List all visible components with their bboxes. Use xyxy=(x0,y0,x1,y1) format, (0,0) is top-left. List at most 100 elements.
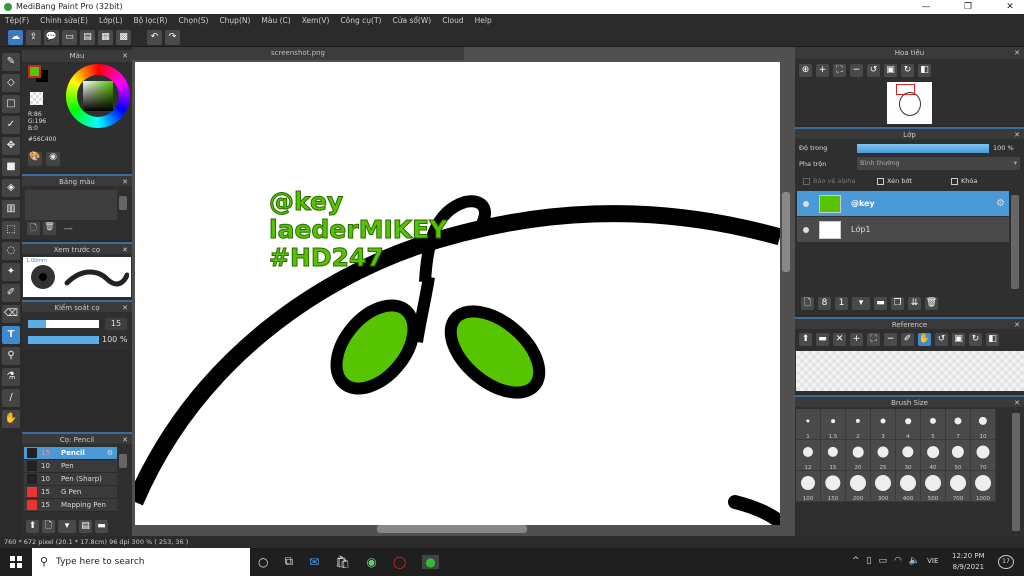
layer-row[interactable]: Lớp1 xyxy=(797,217,1009,242)
brush-list-scrollbar[interactable] xyxy=(119,454,127,468)
brush-size-cell[interactable]: 400 xyxy=(896,471,921,502)
palette-icon[interactable]: 🎨 xyxy=(28,152,42,166)
zoom-out-icon[interactable]: − xyxy=(884,333,897,346)
menu-item[interactable]: Công cụ(T) xyxy=(340,14,381,28)
task-view-icon[interactable]: ⧉ xyxy=(284,554,293,569)
minimize-button[interactable]: — xyxy=(912,0,940,14)
select-rect-icon[interactable]: ⬚ xyxy=(2,221,20,239)
rotate-left-icon[interactable]: ↺ xyxy=(935,333,948,346)
fill-rect-icon[interactable]: ■ xyxy=(2,158,20,176)
brush-size-cell[interactable]: 3 xyxy=(871,409,896,440)
viewport-rect[interactable] xyxy=(896,84,915,95)
lock-checkbox[interactable]: Khóa xyxy=(951,177,977,185)
fit-icon[interactable]: ⛶ xyxy=(833,64,846,77)
display-icon[interactable]: ▭ xyxy=(62,30,77,45)
brush-size-cell[interactable]: 1.5 xyxy=(821,409,846,440)
fit-icon[interactable]: ⛶ xyxy=(867,333,880,346)
visibility-icon[interactable] xyxy=(803,200,809,207)
vertical-scrollbar[interactable] xyxy=(782,192,790,272)
maximize-button[interactable]: ❐ xyxy=(954,0,982,14)
brush-list-item[interactable]: 15 Pencil ⚙ xyxy=(24,447,117,460)
bucket-tool-icon[interactable]: ◈ xyxy=(2,179,20,197)
comment-icon[interactable]: 💬 xyxy=(44,30,59,45)
gear-icon[interactable]: ⚙ xyxy=(107,449,113,457)
eyedropper-icon[interactable]: ✐ xyxy=(901,333,914,346)
pen-tool-icon[interactable]: / xyxy=(2,389,20,407)
text-tool-icon[interactable]: T xyxy=(2,326,20,344)
brush-size-scrollbar[interactable] xyxy=(1012,413,1020,531)
reference-area[interactable] xyxy=(796,351,1024,391)
alpha-protect-checkbox[interactable]: Bảo vệ alpha xyxy=(803,177,855,185)
brush-size-cell[interactable]: 1000 xyxy=(971,471,996,502)
visibility-icon[interactable] xyxy=(803,226,809,233)
menu-item[interactable]: Cloud xyxy=(442,14,463,28)
undo-button[interactable]: ↶ xyxy=(147,30,162,45)
brush-size-cell[interactable]: 700 xyxy=(946,471,971,502)
hand-icon[interactable]: ✋ xyxy=(918,333,931,346)
close-icon[interactable]: ✕ xyxy=(1014,129,1020,141)
brush-tool-icon[interactable]: ✎ xyxy=(2,53,20,71)
menu-item[interactable]: Bộ lọc(R) xyxy=(134,14,168,28)
new-layer-icon[interactable]: 🗋 xyxy=(801,297,814,310)
menu-item[interactable]: Cửa sổ(W) xyxy=(392,14,431,28)
brush-size-cell[interactable]: 2 xyxy=(846,409,871,440)
eyedropper-icon[interactable]: ⚗ xyxy=(2,368,20,386)
rotate-left-icon[interactable]: ↺ xyxy=(867,64,880,77)
brush-size-cell[interactable]: 12 xyxy=(796,440,821,471)
blend-mode-select[interactable]: Bình thường ▾ xyxy=(857,157,1020,170)
new-8bit-layer-icon[interactable]: 8 xyxy=(818,297,831,310)
select-eraser-icon[interactable]: ⌫ xyxy=(2,305,20,323)
close-icon[interactable]: ✕ xyxy=(122,302,128,314)
start-icon[interactable] xyxy=(10,556,22,568)
select-pen-icon[interactable]: ✓ xyxy=(2,116,20,134)
battery-icon[interactable]: ▭ xyxy=(879,556,888,566)
brush-size-cell[interactable]: 30 xyxy=(896,440,921,471)
brush-size-cell[interactable]: 15 xyxy=(821,440,846,471)
gear-icon[interactable]: ⚙ xyxy=(996,198,1005,209)
duplicate-layer-icon[interactable]: ❐ xyxy=(891,297,904,310)
layout-icon[interactable]: ▦ xyxy=(98,30,113,45)
menu-item[interactable]: Tệp(F) xyxy=(5,14,29,28)
menu-item[interactable]: Chỉnh sửa(E) xyxy=(40,14,88,28)
brush-size-cell[interactable]: 1 xyxy=(796,409,821,440)
app-green-icon[interactable]: ◉ xyxy=(366,555,376,569)
brush-size-cell[interactable]: 4 xyxy=(896,409,921,440)
language-indicator[interactable]: VIE xyxy=(927,557,938,565)
flip-icon[interactable]: ◧ xyxy=(986,333,999,346)
flip-icon[interactable]: ◧ xyxy=(918,64,931,77)
brush-list-item[interactable]: 10 Pen xyxy=(24,460,117,473)
chevron-up-icon[interactable]: ^ xyxy=(852,556,860,566)
horizontal-scrollbar[interactable] xyxy=(377,525,527,533)
merge-layer-icon[interactable]: ⇊ xyxy=(908,297,921,310)
zoom-in-icon[interactable]: + xyxy=(816,64,829,77)
brush-size-cell[interactable]: 40 xyxy=(921,440,946,471)
rotate-reset-icon[interactable]: ▣ xyxy=(952,333,965,346)
palette-scrollbar[interactable] xyxy=(119,196,127,210)
layer-scrollbar[interactable] xyxy=(1011,195,1019,289)
brush-size-cell[interactable]: 300 xyxy=(871,471,896,502)
brush-settings-icon[interactable]: ▤ xyxy=(79,520,92,533)
new-1bit-layer-icon[interactable]: 1 xyxy=(835,297,848,310)
new-palette-icon[interactable]: 🗋 xyxy=(27,222,40,235)
rotate-reset-icon[interactable]: ▣ xyxy=(884,64,897,77)
rotate-right-icon[interactable]: ↻ xyxy=(969,333,982,346)
mail-icon[interactable]: ✉ xyxy=(309,555,319,569)
notification-icon[interactable]: 17 xyxy=(998,555,1014,569)
device-icon[interactable]: ▯ xyxy=(867,556,872,566)
redo-button[interactable]: ↷ xyxy=(165,30,180,45)
canvas[interactable]: @key laederMIKEY #HD247 xyxy=(135,62,780,525)
open-folder-icon[interactable]: ▬ xyxy=(816,333,829,346)
zoom-reset-icon[interactable]: ⊕ xyxy=(799,64,812,77)
close-reference-icon[interactable]: ✕ xyxy=(833,333,846,346)
zoom-in-icon[interactable]: + xyxy=(850,333,863,346)
brush-size-slider[interactable] xyxy=(28,320,99,328)
rotate-right-icon[interactable]: ↻ xyxy=(901,64,914,77)
brush-size-cell[interactable]: 200 xyxy=(846,471,871,502)
brush-folder-icon[interactable]: ▬ xyxy=(95,520,108,533)
foreground-color-swatch[interactable] xyxy=(28,65,41,78)
close-button[interactable]: ✕ xyxy=(996,0,1024,14)
close-icon[interactable]: ✕ xyxy=(1014,319,1020,331)
hue-wheel[interactable] xyxy=(66,64,130,128)
close-icon[interactable]: ✕ xyxy=(1014,397,1020,409)
page-icon[interactable]: ▤ xyxy=(80,30,95,45)
